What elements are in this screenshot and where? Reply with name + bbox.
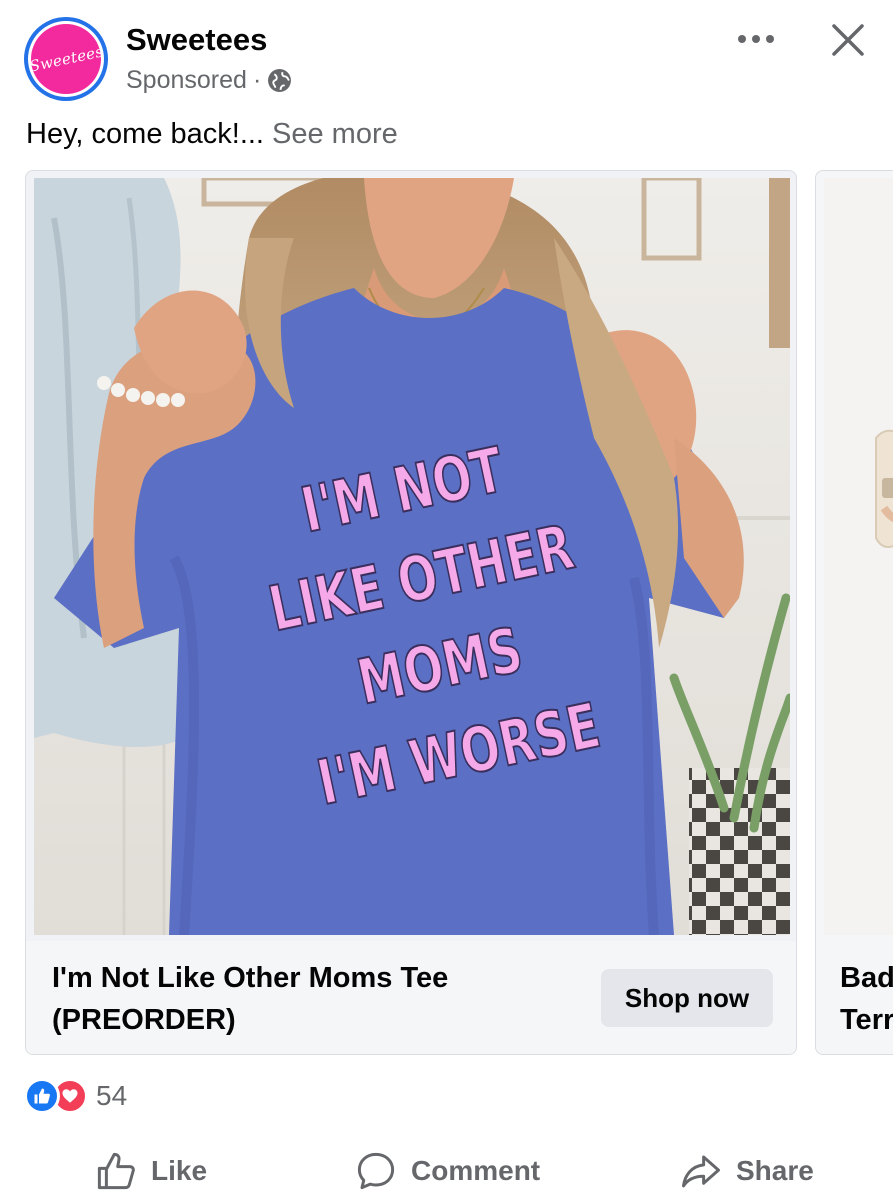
avatar-logo: Sweetees <box>31 24 101 94</box>
reaction-summary[interactable]: 54 <box>24 1078 127 1114</box>
product-photo: I'M NOT LIKE OTHER MOMS I'M WORSE <box>34 178 790 935</box>
like-button[interactable]: Like <box>95 1145 207 1197</box>
share-label: Share <box>736 1155 814 1186</box>
comment-button[interactable]: Comment <box>355 1145 540 1197</box>
card-footer[interactable]: I'm Not Like Other Moms Tee (PREORDER) S… <box>26 941 796 1054</box>
sponsored-label[interactable]: Sponsored <box>126 66 247 95</box>
more-options-button[interactable] <box>734 24 778 54</box>
share-arrow-icon <box>682 1155 720 1188</box>
like-reaction-icon <box>24 1078 60 1114</box>
close-icon <box>832 24 864 56</box>
product-photo-next <box>824 178 893 935</box>
shop-now-button[interactable]: Shop now <box>601 969 773 1027</box>
product-title-next[interactable]: Bad Terr <box>840 957 893 1041</box>
carousel-card-next[interactable]: Bad Terr <box>815 170 893 1055</box>
more-dots-icon <box>738 35 774 43</box>
caption-text: Hey, come back!... <box>26 118 264 150</box>
like-label: Like <box>151 1155 208 1186</box>
comment-bubble-icon <box>357 1152 395 1190</box>
see-more-link[interactable]: See more <box>272 118 398 150</box>
carousel-card[interactable]: I'M NOT LIKE OTHER MOMS I'M WORSE I'm No… <box>25 170 797 1055</box>
page-avatar[interactable]: Sweetees <box>24 17 108 101</box>
avatar-ring: Sweetees <box>28 21 104 97</box>
comment-label: Comment <box>411 1155 541 1186</box>
product-image-next[interactable] <box>824 178 893 935</box>
post-meta: Sponsored · <box>126 66 292 95</box>
avatar-logo-text: Sweetees <box>31 42 101 76</box>
post-caption: Hey, come back!... See more <box>26 118 398 151</box>
globe-icon <box>267 68 292 93</box>
reaction-count[interactable]: 54 <box>96 1080 127 1112</box>
share-button[interactable]: Share <box>680 1145 814 1197</box>
product-title[interactable]: I'm Not Like Other Moms Tee (PREORDER) <box>52 957 532 1041</box>
thumbs-up-icon <box>97 1152 135 1190</box>
page-name[interactable]: Sweetees <box>126 22 267 58</box>
product-image[interactable]: I'M NOT LIKE OTHER MOMS I'M WORSE <box>34 178 790 935</box>
meta-separator: · <box>252 66 262 94</box>
close-button[interactable] <box>826 18 870 62</box>
